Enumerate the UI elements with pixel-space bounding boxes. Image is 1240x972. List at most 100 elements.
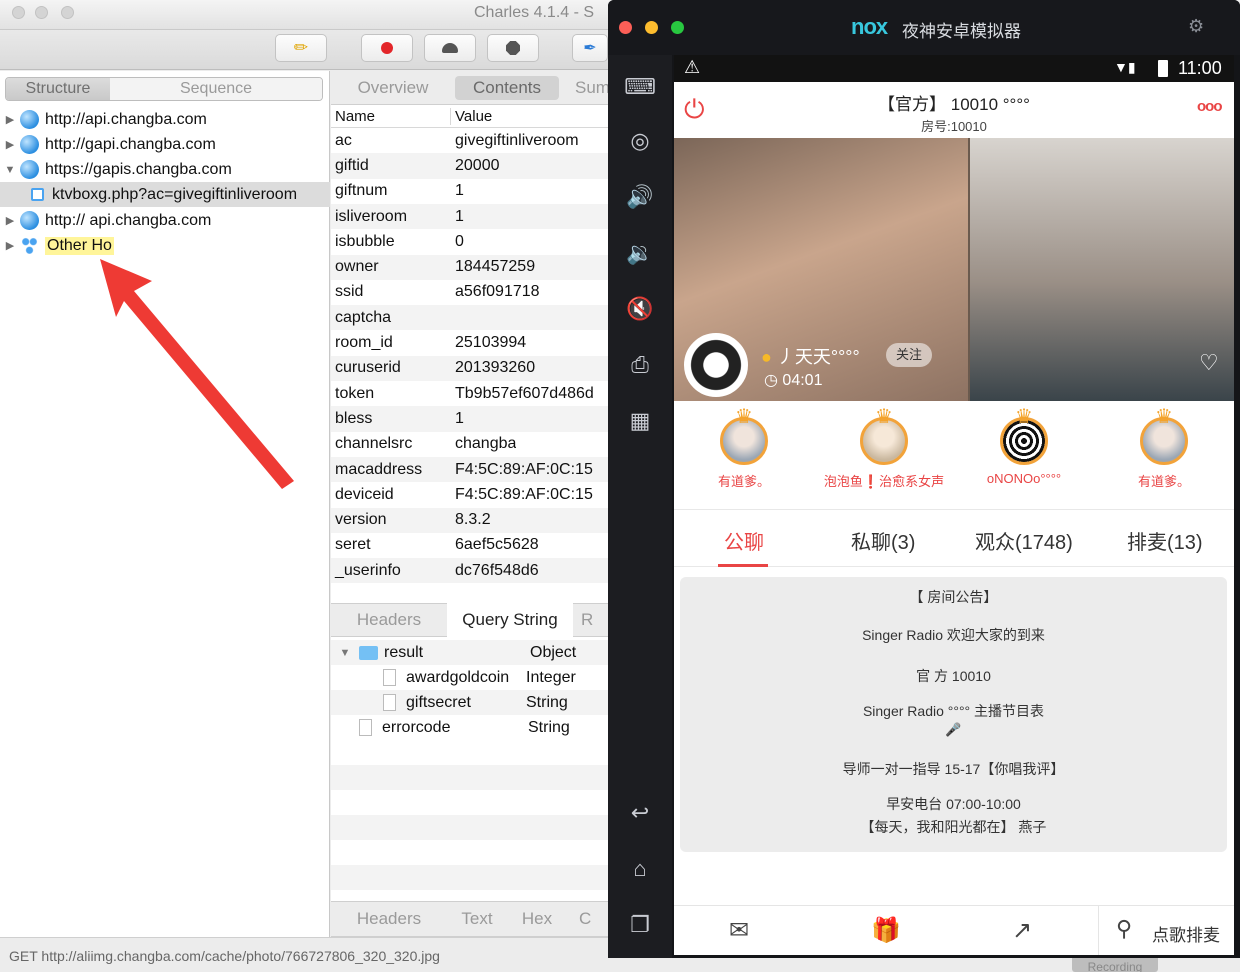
- nox-logo: nox: [851, 14, 888, 39]
- disclosure-right-icon[interactable]: ▶: [0, 214, 20, 227]
- search-song-icon[interactable]: ⚲: [1116, 916, 1132, 942]
- close-window-button[interactable]: [12, 6, 25, 19]
- tab-summary[interactable]: Sum: [559, 78, 610, 98]
- tab-sequence[interactable]: Sequence: [110, 78, 322, 100]
- breakpoints-button[interactable]: [487, 34, 539, 62]
- order-song-button[interactable]: 点歌排麦: [1152, 921, 1220, 946]
- tab-overview[interactable]: Overview: [331, 78, 455, 98]
- kv-row[interactable]: isbubble 0: [331, 229, 609, 254]
- kv-row[interactable]: seret 6aef5c5628: [331, 533, 609, 558]
- kv-row[interactable]: version 8.3.2: [331, 507, 609, 533]
- chat-bubble-icon[interactable]: ✉: [729, 916, 749, 945]
- tree-host-row[interactable]: ▶ http://gapi.changba.com: [0, 132, 330, 157]
- volume-up-icon[interactable]: 🔊: [626, 183, 654, 211]
- tab-raw[interactable]: R: [573, 610, 603, 630]
- disclosure-down-icon[interactable]: ▼: [0, 164, 20, 176]
- disclosure-right-icon[interactable]: ▶: [0, 113, 20, 126]
- tab-mic-queue[interactable]: 排麦(13): [1127, 526, 1203, 555]
- compose-button[interactable]: ✒: [572, 34, 608, 62]
- tab-private-chat[interactable]: 私聊(3): [851, 526, 915, 555]
- contents-pane: Overview Contents Sum Name Value ac giveg…: [331, 71, 610, 937]
- apk-install-icon[interactable]: ⎙: [626, 351, 654, 379]
- kv-row[interactable]: channelsrc changba: [331, 432, 609, 457]
- result-tree-row[interactable]: awardgoldcoin Integer: [331, 665, 609, 690]
- kv-row[interactable]: token Tb9b57ef607d486d: [331, 381, 609, 406]
- kv-row[interactable]: curuserid 201393260: [331, 355, 609, 381]
- fan-item[interactable]: ♛ 泡泡鱼❗治愈系女声: [814, 406, 954, 490]
- tab-query-string[interactable]: Query String: [447, 603, 573, 637]
- mute-icon[interactable]: 🔇: [626, 295, 654, 323]
- name-column-header[interactable]: Name: [331, 108, 451, 125]
- tab-hex[interactable]: Hex: [507, 909, 567, 929]
- kv-value: 0: [455, 232, 464, 250]
- kv-row[interactable]: isliveroom 1: [331, 203, 609, 230]
- zoom-window-button[interactable]: [61, 6, 74, 19]
- tree-host-row[interactable]: ▶ http:// api.changba.com: [0, 208, 330, 233]
- disclosure-right-icon[interactable]: ▶: [0, 239, 20, 252]
- kv-row[interactable]: ssid a56f091718: [331, 280, 609, 305]
- screenshot-icon[interactable]: ▦: [626, 407, 654, 435]
- zoom-window-button[interactable]: [671, 21, 684, 34]
- gear-icon[interactable]: ⚙: [1188, 16, 1204, 37]
- throttle-button[interactable]: [424, 34, 476, 62]
- close-window-button[interactable]: [619, 21, 632, 34]
- kv-row[interactable]: deviceid F4:5C:89:AF:0C:15: [331, 482, 609, 507]
- recent-apps-icon[interactable]: ❐: [626, 911, 654, 939]
- tab-text[interactable]: Text: [447, 909, 507, 929]
- kv-name: ssid: [335, 283, 364, 301]
- host-name[interactable]: ● 丿天天°°°°: [761, 343, 860, 369]
- value-column-header[interactable]: Value: [451, 108, 492, 125]
- kv-row[interactable]: _userinfo dc76f548d6: [331, 558, 609, 584]
- tab-structure[interactable]: Structure: [6, 78, 110, 100]
- kv-name: _userinfo: [335, 561, 401, 579]
- share-icon[interactable]: ↗: [1012, 916, 1032, 945]
- keyboard-icon[interactable]: ⌨: [624, 73, 656, 101]
- fan-item[interactable]: ♛ 有道爹。: [1094, 406, 1234, 490]
- home-icon[interactable]: ⌂: [626, 855, 654, 883]
- minimize-window-button[interactable]: [35, 6, 48, 19]
- record-button[interactable]: [361, 34, 413, 62]
- kv-row[interactable]: ac givegiftinliveroom: [331, 128, 609, 153]
- follow-button[interactable]: 关注: [886, 343, 932, 367]
- kv-row[interactable]: bless 1: [331, 406, 609, 432]
- tree-host-row[interactable]: ▼ https://gapis.changba.com: [0, 157, 330, 182]
- kv-row[interactable]: room_id 25103994: [331, 330, 609, 355]
- tab-audience[interactable]: 观众(1748): [975, 526, 1073, 555]
- clear-session-button[interactable]: ✏: [275, 34, 327, 62]
- kv-value: 20000: [455, 156, 500, 174]
- back-icon[interactable]: ↩: [626, 799, 654, 827]
- kv-value: 1: [455, 182, 464, 200]
- volume-down-icon[interactable]: 🔉: [626, 239, 654, 267]
- result-tree-row[interactable]: ▼ result Object: [331, 640, 609, 665]
- red-arrow-annotation: [100, 259, 294, 489]
- kv-row[interactable]: owner 184457259: [331, 254, 609, 280]
- more-icon[interactable]: ooo: [1197, 98, 1222, 115]
- fan-avatar: ♛: [860, 406, 908, 465]
- result-tree-row[interactable]: errorcode String: [331, 715, 609, 740]
- gift-icon[interactable]: 🎁: [871, 916, 901, 945]
- tab-response-headers[interactable]: Headers: [331, 909, 447, 929]
- disclosure-down-icon[interactable]: ▼: [331, 647, 359, 659]
- tree-request-row-selected[interactable]: ktvboxg.php?ac=givegiftinliveroom: [0, 182, 330, 207]
- kv-row[interactable]: macaddress F4:5C:89:AF:0C:15: [331, 456, 609, 483]
- heart-icon[interactable]: ♡: [1199, 350, 1219, 376]
- tab-public-chat[interactable]: 公聊: [724, 526, 764, 555]
- tab-contents[interactable]: Contents: [455, 75, 559, 100]
- fan-item[interactable]: ♛ oNONOo°°°°: [954, 406, 1094, 486]
- tab-headers[interactable]: Headers: [331, 610, 447, 630]
- response-tab-bar: Headers Text Hex C: [331, 901, 609, 937]
- broom-icon: ✏: [293, 38, 309, 57]
- fan-item[interactable]: ♛ 有道爹。: [674, 406, 814, 490]
- result-field-name: result: [384, 643, 424, 661]
- location-icon[interactable]: ◎: [626, 127, 654, 155]
- other-hosts-icon: [20, 236, 39, 255]
- tab-compressed[interactable]: C: [567, 909, 597, 929]
- kv-row[interactable]: captcha: [331, 305, 609, 331]
- tree-host-row[interactable]: ▶ http://api.changba.com: [0, 107, 330, 132]
- kv-row[interactable]: giftid 20000: [331, 153, 609, 179]
- result-tree-row[interactable]: giftsecret String: [331, 690, 609, 715]
- disclosure-right-icon[interactable]: ▶: [0, 138, 20, 151]
- host-avatar[interactable]: [684, 333, 748, 397]
- kv-row[interactable]: giftnum 1: [331, 179, 609, 204]
- minimize-window-button[interactable]: [645, 21, 658, 34]
